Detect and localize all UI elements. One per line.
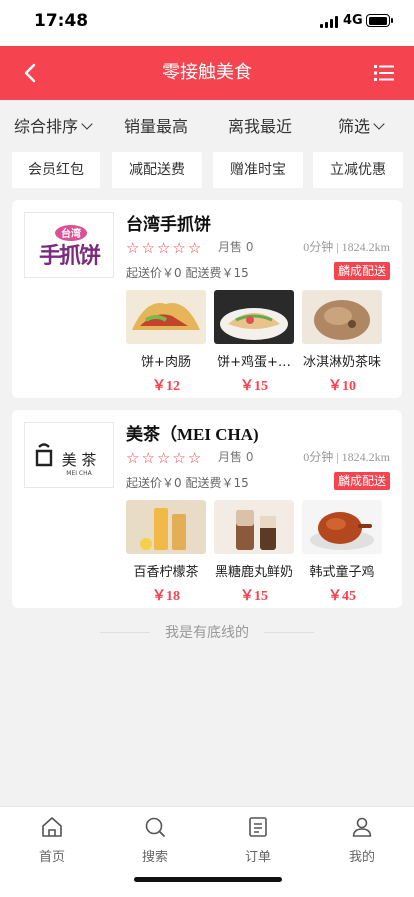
search-icon [145,817,165,837]
star-icon: ☆ [141,239,155,257]
product-item[interactable]: 冰淇淋奶茶味 ￥10 [302,290,382,395]
svg-text:美 茶: 美 茶 [62,451,97,469]
svg-text:台湾: 台湾 [61,227,81,240]
product-item[interactable]: 韩式童子鸡 ￥45 [302,500,382,605]
status-bar: 17:48 4G [0,0,414,46]
store-card[interactable]: 美 茶 MEI CHA 美茶（MEI CHA) ☆ ☆ ☆ ☆ ☆ 月售 0 0分钟 |… [12,410,402,608]
product-price: ￥45 [328,589,356,604]
nav-bar: 零接触美食 [0,46,414,100]
product-name: 百香柠檬茶 [133,565,199,580]
sort-distance[interactable]: 离我最近 [228,100,292,152]
product-name: 饼+鸡蛋+… [217,355,291,370]
product-image [302,500,382,554]
star-icon: ☆ [141,449,155,467]
back-icon[interactable] [18,60,44,86]
sort-sales[interactable]: 销量最高 [124,100,188,152]
product-name: 冰淇淋奶茶味 [302,355,381,370]
product-name: 韩式童子鸡 [309,565,375,580]
store-card[interactable]: 台湾 手抓饼 台湾手抓饼 ☆ ☆ ☆ ☆ ☆ 月售 0 0分钟 | 1824.2km 起… [12,200,402,398]
product-image [126,500,206,554]
order-icon [249,817,267,837]
signal-icon [320,16,340,28]
list-menu-icon[interactable] [374,63,394,83]
star-icon: ☆ [187,239,202,257]
svg-text:手抓饼: 手抓饼 [39,243,101,269]
product-price: ￥10 [328,379,356,394]
tab-label: 我的 [348,850,375,865]
product-item[interactable]: 百香柠檬茶 ￥18 [126,500,206,605]
star-icon: ☆ [156,239,171,257]
store-logo: 台湾 手抓饼 [24,212,114,278]
status-time: 17:48 [34,11,89,31]
product-image [214,500,294,554]
star-icon: ☆ [126,449,140,467]
store-name: 美茶（MEI CHA) [126,425,259,444]
product-name: 黑糖鹿丸鲜奶 [214,565,293,580]
product-image [214,290,294,344]
page-title: 零接触美食 [162,62,252,83]
product-price: ￥18 [152,589,180,604]
delivery-fees: 起送价￥0 配送费￥15 [126,266,249,280]
star-icon: ☆ [187,449,202,467]
rating-stars: ☆ ☆ ☆ ☆ ☆ [126,448,203,467]
chevron-down-icon [81,118,93,130]
store-logo: 美 茶 MEI CHA [24,422,114,488]
store-name: 台湾手抓饼 [126,215,211,234]
product-item[interactable]: 饼+鸡蛋+… ￥15 [214,290,294,395]
user-icon [352,817,372,837]
tab-bar: 首页 搜索 订单 我的 [0,806,414,897]
home-icon [42,817,62,837]
product-item[interactable]: 饼+肉肠 ￥12 [126,290,206,395]
product-price: ￥15 [240,379,268,394]
tab-search[interactable]: 搜索 [120,815,190,865]
divider [264,632,314,633]
home-indicator [134,877,282,882]
sort-bar: 综合排序 销量最高 离我最近 筛选 [0,100,414,152]
sort-comprehensive[interactable]: 综合排序 [14,100,93,152]
battery-icon [366,14,393,27]
product-price: ￥15 [240,589,268,604]
product-item[interactable]: 黑糖鹿丸鲜奶 ￥15 [214,500,294,605]
filter-chip-member-redpacket[interactable]: 会员红包 [12,152,100,188]
tab-label: 搜索 [141,850,168,865]
delivery-distance: 0分钟 | 1824.2km [303,450,390,464]
product-price: ￥12 [152,379,180,394]
tab-label: 订单 [244,850,271,865]
tab-label: 首页 [38,850,65,865]
sort-filter[interactable]: 筛选 [338,100,385,152]
filter-chip-ontime[interactable]: 赠准时宝 [213,152,303,188]
delivery-badge: 麟成配送 [333,472,390,490]
filter-chip-discount[interactable]: 立减优惠 [313,152,403,188]
tab-profile[interactable]: 我的 [327,815,397,865]
filter-chip-reduce-delivery[interactable]: 减配送费 [112,152,202,188]
rating-stars: ☆ ☆ ☆ ☆ ☆ [126,238,203,257]
delivery-fees: 起送价￥0 配送费￥15 [126,476,249,490]
product-name: 饼+肉肠 [141,355,191,370]
tab-home[interactable]: 首页 [17,815,87,865]
end-of-list-text: 我是有底线的 [165,625,249,641]
delivery-badge: 麟成配送 [333,262,390,280]
star-icon: ☆ [126,239,140,257]
svg-text:MEI CHA: MEI CHA [66,470,92,477]
star-icon: ☆ [172,449,186,467]
tab-orders[interactable]: 订单 [223,815,293,865]
monthly-sales: 月售 0 [218,240,254,254]
star-icon: ☆ [156,449,171,467]
delivery-distance: 0分钟 | 1824.2km [303,240,390,254]
network-type: 4G [343,13,363,28]
star-icon: ☆ [172,239,186,257]
chevron-down-icon [373,118,385,130]
monthly-sales: 月售 0 [218,450,254,464]
product-image [126,290,206,344]
product-image [302,290,382,344]
